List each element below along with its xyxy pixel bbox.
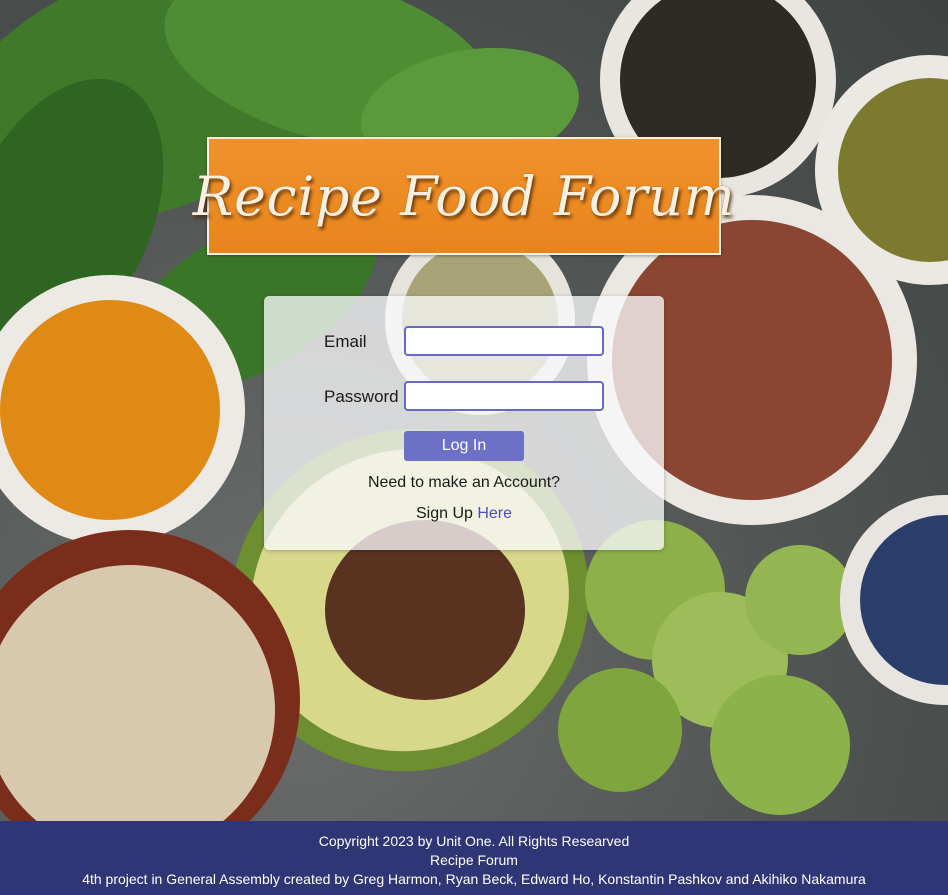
title-banner: Recipe Food Forum [193, 137, 735, 255]
footer-credits: 4th project in General Assembly created … [82, 871, 866, 887]
password-label: Password [324, 387, 399, 406]
footer: Copyright 2023 by Unit One. All Rights R… [0, 821, 948, 895]
signup-prefix: Sign Up [415, 505, 473, 522]
footer-copyright: Copyright 2023 by Unit One. All Rights R… [318, 833, 630, 849]
site-title: Recipe Food Forum [192, 164, 736, 228]
password-field[interactable] [404, 381, 604, 411]
need-account-text: Need to make an Account? [367, 474, 561, 491]
login-button[interactable]: Log In [404, 431, 524, 461]
email-row: Email [264, 326, 664, 356]
login-card: Email Password Log In Need to make an Ac… [264, 296, 664, 550]
signup-line: Sign Up Here [264, 505, 664, 523]
email-field[interactable] [404, 326, 604, 356]
signup-link[interactable]: Here [477, 505, 512, 522]
email-label: Email [324, 332, 367, 351]
password-row: Password [264, 381, 664, 411]
footer-app-name: Recipe Forum [430, 852, 518, 868]
